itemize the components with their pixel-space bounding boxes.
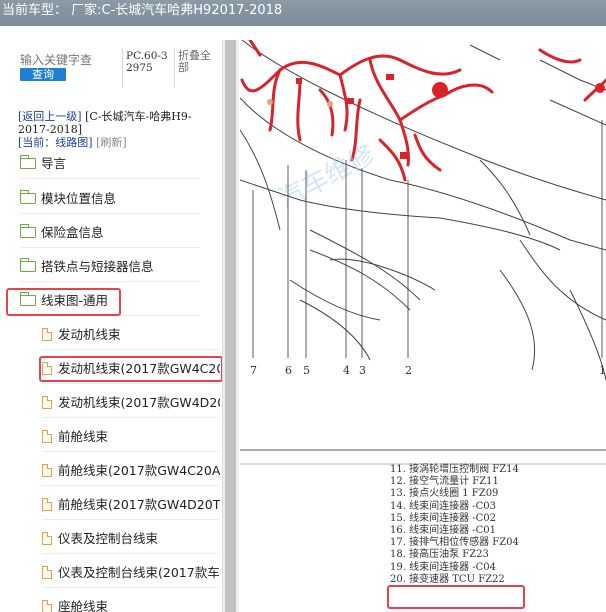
tree-item-label: 模块位置信息	[41, 191, 117, 206]
tree-item-label: 座舱线束	[58, 599, 109, 612]
current-suffix: ]	[88, 136, 93, 149]
back-link[interactable]: [返回上一级]	[18, 110, 82, 123]
tree-item[interactable]: 模块位置信息	[20, 185, 200, 214]
current-page-link[interactable]: 线路图	[55, 136, 88, 149]
tree-item-label: 搭铁点与短接器信息	[41, 259, 154, 274]
search-input[interactable]	[20, 52, 120, 68]
tree-item[interactable]: 导言	[20, 150, 200, 179]
tree-item[interactable]: 前舱线束(2017款GW4C20A+	[42, 457, 220, 486]
wiring-harness	[240, 40, 606, 182]
folder-icon	[20, 190, 36, 204]
diagram-viewer: 汽车维修 7654321 11. 接涡轮增压控制阀 FZ14 12. 接空气流量计…	[240, 40, 606, 612]
callout-number: 7	[250, 364, 257, 377]
document-icon	[42, 498, 52, 511]
document-icon	[42, 328, 52, 341]
highlight-box	[6, 288, 121, 316]
document-icon	[42, 600, 52, 612]
callout-number: 6	[285, 364, 292, 377]
tree-item-label: 前舱线束	[58, 429, 109, 444]
search-button[interactable]: 查询	[20, 68, 66, 81]
callout-number: 1	[599, 364, 606, 377]
tree-item-label: 前舱线束(2017款GW4C20A+	[58, 463, 220, 478]
refresh-link[interactable]: [刷新]	[96, 136, 127, 149]
callout-labels: 7654321	[250, 364, 606, 377]
legend-item: 20. 接变速器 TCU FZ22	[390, 573, 505, 585]
callout-number: 4	[343, 364, 350, 377]
scroll-thumb[interactable]	[225, 40, 236, 612]
folder-icon	[20, 224, 36, 238]
collapse-all-button[interactable]: 折叠全部	[178, 50, 218, 74]
current-prefix: [当前：	[18, 136, 56, 149]
document-icon	[42, 566, 52, 579]
tree-item[interactable]: 发动机线束	[42, 321, 220, 350]
tree-item-label: 前舱线束(2017款GW4D20T+	[58, 497, 220, 512]
tree-item[interactable]: 仪表及控制台线束(2017款车	[42, 559, 220, 588]
window-title: 当前车型： 厂家:C-长城汽车哈弗H92017-2018	[0, 0, 606, 26]
document-code: PC.60-32975	[126, 50, 168, 74]
tree-item[interactable]: 前舱线束(2017款GW4D20T+	[42, 491, 220, 520]
callout-number: 3	[359, 364, 366, 377]
document-icon	[42, 464, 52, 477]
divider	[174, 48, 175, 88]
document-icon	[42, 532, 52, 545]
folder-icon	[20, 258, 36, 272]
callout-leaders	[252, 120, 603, 358]
breadcrumb: [返回上一级] [C-长城汽车-哈弗H9-2017-2018] [当前：线路图]…	[18, 110, 218, 149]
divider	[122, 48, 123, 88]
tree-item[interactable]: 座舱线束	[42, 593, 220, 612]
sidebar-scrollbar[interactable]	[222, 40, 239, 612]
highlight-box	[39, 356, 222, 382]
tree-item[interactable]: 搭铁点与短接器信息	[20, 253, 200, 282]
search-area: 查询 PC.60-32975 折叠全部	[0, 40, 222, 100]
document-icon	[42, 396, 52, 409]
folder-icon	[20, 155, 36, 169]
sidebar: 查询 PC.60-32975 折叠全部 [返回上一级] [C-长城汽车-哈弗H9…	[0, 40, 222, 612]
tree-item[interactable]: 仪表及控制台线束	[42, 525, 220, 554]
document-icon	[42, 430, 52, 443]
tree-item[interactable]: 前舱线束	[42, 423, 220, 452]
tree-item-label: 导言	[41, 156, 67, 171]
tree-item-label: 发动机线束(2017款GW4D20	[58, 395, 220, 410]
callout-number: 2	[405, 364, 412, 377]
watermark: 汽车维修	[274, 140, 380, 215]
tree-item[interactable]: 保险盒信息	[20, 219, 200, 248]
highlight-box	[387, 585, 525, 609]
callout-number: 5	[303, 364, 310, 377]
tree-item-label: 仪表及控制台线束	[58, 531, 159, 546]
tree-item-label: 发动机线束	[58, 327, 121, 342]
tree-item[interactable]: 发动机线束(2017款GW4D20	[42, 389, 220, 418]
tree-item-label: 保险盒信息	[41, 225, 104, 240]
tree-item-label: 仪表及控制台线束(2017款车	[58, 565, 220, 580]
